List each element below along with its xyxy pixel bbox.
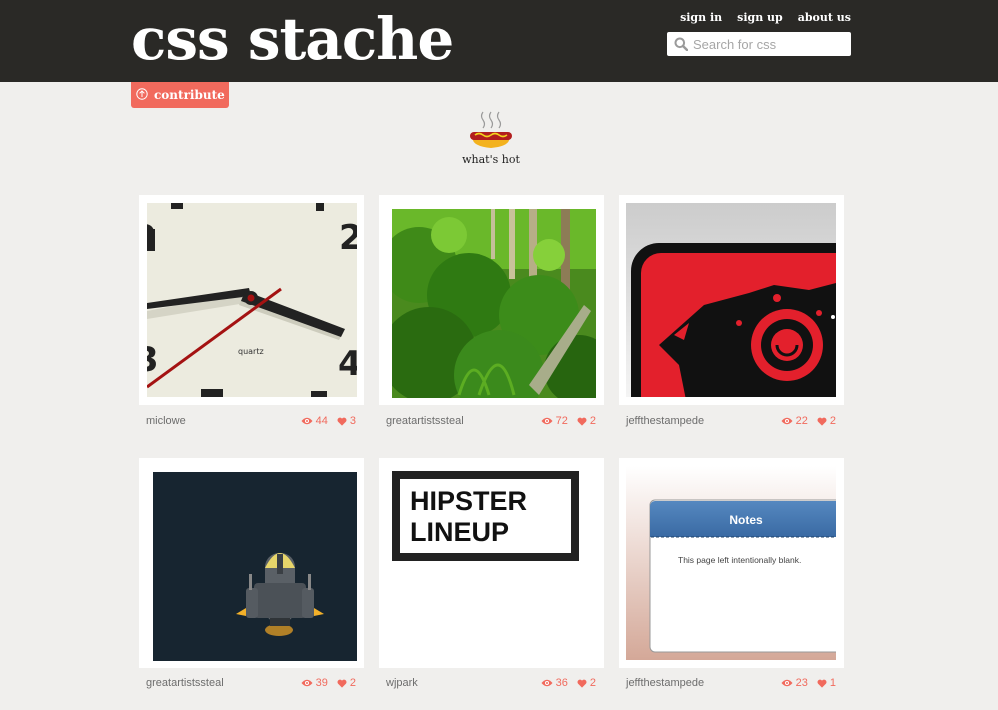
contribute-label: contribute [154, 88, 225, 102]
likes-count: 1 [829, 677, 836, 689]
top-nav: sign in sign up about us [680, 11, 851, 24]
views-count: 44 [315, 415, 328, 427]
eye-icon [301, 417, 313, 425]
views-count: 36 [555, 677, 568, 689]
clock-thumbnail: 0 2 3 4 quartz [139, 203, 363, 397]
card-meta: miclowe 44 3 [139, 415, 364, 431]
likes-count: 2 [349, 677, 356, 689]
spaceship-thumbnail [153, 472, 357, 661]
views-count: 72 [555, 415, 568, 427]
hipster-line-2: LINEUP [410, 517, 509, 547]
sign-in-link[interactable]: sign in [680, 11, 722, 24]
design-card[interactable]: 0 2 3 4 quartz [139, 195, 364, 405]
camera-logo-thumbnail [626, 203, 836, 397]
heart-icon [577, 417, 587, 426]
card-meta: greatartistssteal 39 2 [139, 677, 364, 693]
svg-text:3: 3 [139, 340, 159, 380]
design-card[interactable] [379, 195, 604, 405]
design-card[interactable]: Notes This page left intentionally blank… [619, 458, 844, 668]
likes-count: 3 [349, 415, 356, 427]
likes-count: 2 [589, 415, 596, 427]
heart-icon [337, 679, 347, 688]
contribute-button[interactable]: contribute [131, 82, 229, 108]
likes-count: 2 [829, 415, 836, 427]
clock-brand-text: quartz [238, 347, 264, 356]
card-author-link[interactable]: miclowe [146, 415, 186, 427]
svg-text:0: 0 [139, 218, 157, 258]
eye-icon [781, 417, 793, 425]
forest-thumbnail [392, 209, 596, 398]
card-author-link[interactable]: jeffthestampede [626, 415, 704, 427]
design-card[interactable] [619, 195, 844, 405]
card-stats: 22 2 [781, 415, 836, 427]
card-author-link[interactable]: greatartistssteal [146, 677, 224, 689]
eye-icon [541, 679, 553, 687]
about-us-link[interactable]: about us [798, 11, 851, 24]
svg-text:4: 4 [338, 344, 362, 384]
notes-body: This page left intentionally blank. [678, 555, 801, 565]
heart-icon [577, 679, 587, 688]
card-author-link[interactable]: wjpark [386, 677, 418, 689]
hipster-lineup-thumbnail: HIPSTER LINEUP [392, 471, 579, 561]
notes-title: Notes [729, 513, 763, 527]
search-icon [674, 37, 689, 52]
design-card[interactable]: HIPSTER LINEUP [379, 458, 604, 668]
notes-app-thumbnail: Notes This page left intentionally blank… [626, 466, 836, 660]
heart-icon [817, 679, 827, 688]
eye-icon [781, 679, 793, 687]
card-stats: 72 2 [541, 415, 596, 427]
hipster-line-1: HIPSTER [410, 486, 527, 516]
views-count: 39 [315, 677, 328, 689]
card-stats: 36 2 [541, 677, 596, 689]
card-author-link[interactable]: jeffthestampede [626, 677, 704, 689]
site-logo[interactable]: css stache [131, 2, 454, 76]
search-box [667, 32, 851, 56]
heart-icon [817, 417, 827, 426]
sign-up-link[interactable]: sign up [737, 11, 783, 24]
likes-count: 2 [589, 677, 596, 689]
hotdog-icon [470, 111, 512, 148]
svg-text:2: 2 [339, 218, 363, 258]
card-meta: jeffthestampede 23 1 [619, 677, 844, 693]
card-meta: jeffthestampede 22 2 [619, 415, 844, 431]
card-meta: greatartistssteal 72 2 [379, 415, 604, 431]
eye-icon [301, 679, 313, 687]
heart-icon [337, 417, 347, 426]
search-input[interactable] [693, 32, 847, 56]
card-stats: 23 1 [781, 677, 836, 689]
whats-hot-section: what's hot [450, 110, 532, 166]
section-title: what's hot [462, 153, 520, 166]
header-bar: css stache sign in sign up about us [0, 0, 998, 82]
design-card[interactable] [139, 458, 364, 668]
upload-arrow-icon [136, 88, 148, 100]
card-author-link[interactable]: greatartistssteal [386, 415, 464, 427]
card-meta: wjpark 36 2 [379, 677, 604, 693]
eye-icon [541, 417, 553, 425]
views-count: 23 [795, 677, 808, 689]
card-stats: 44 3 [301, 415, 356, 427]
card-stats: 39 2 [301, 677, 356, 689]
views-count: 22 [795, 415, 808, 427]
